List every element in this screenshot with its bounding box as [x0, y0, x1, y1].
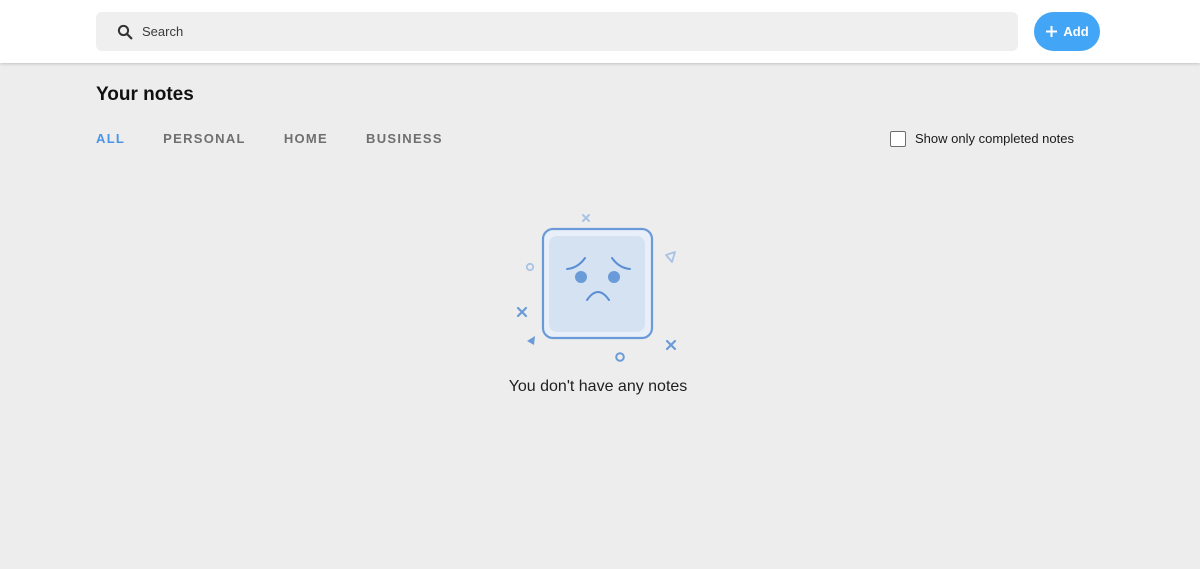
search-bar[interactable]: [96, 12, 1018, 51]
add-note-button[interactable]: Add: [1034, 12, 1100, 51]
tab-business[interactable]: BUSINESS: [366, 131, 443, 147]
completed-notes-checkbox[interactable]: [890, 130, 906, 147]
tab-all[interactable]: ALL: [96, 131, 125, 147]
empty-state-message: You don't have any notes: [508, 378, 688, 395]
completed-notes-label: Show only completed notes: [915, 131, 1074, 146]
search-icon: [116, 23, 134, 41]
category-tabs: ALL PERSONAL HOME BUSINESS: [96, 131, 481, 147]
search-input[interactable]: [142, 16, 1002, 47]
page-title: Your notes: [96, 84, 194, 105]
empty-state-illustration: [508, 206, 692, 370]
completed-notes-filter[interactable]: Show only completed notes: [890, 130, 1074, 147]
tab-personal[interactable]: PERSONAL: [163, 131, 246, 147]
top-bar: Add: [0, 0, 1200, 63]
sad-face-icon: [516, 214, 677, 362]
tab-home[interactable]: HOME: [284, 131, 328, 147]
plus-icon: [1045, 25, 1058, 38]
add-button-label: Add: [1063, 24, 1089, 39]
